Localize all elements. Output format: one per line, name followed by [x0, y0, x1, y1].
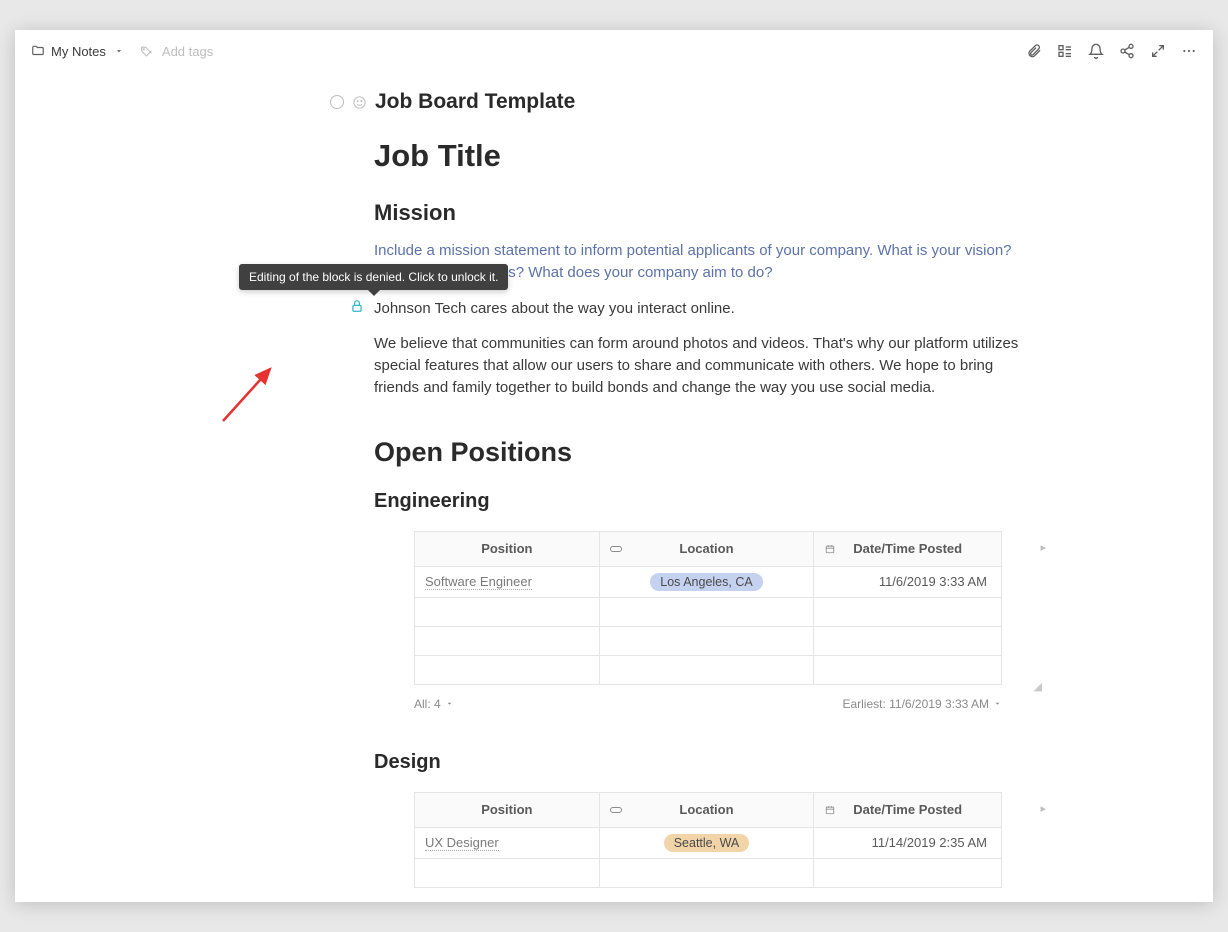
table-row[interactable]	[415, 655, 1002, 684]
position-header[interactable]: Position	[415, 531, 600, 566]
more-icon[interactable]	[1181, 43, 1197, 59]
add-tags-button[interactable]: Add tags	[162, 44, 213, 59]
location-pill: Seattle, WA	[664, 834, 750, 852]
date-header[interactable]: Date/Time Posted	[814, 792, 1002, 827]
position-header[interactable]: Position	[415, 792, 600, 827]
engineering-table[interactable]: Position Location Date/Time Posted	[414, 531, 1002, 685]
location-header-label: Location	[679, 541, 733, 556]
table-header-row: Position Location Date/Time Posted	[415, 792, 1002, 827]
topbar: My Notes Add tags	[15, 30, 1213, 72]
table-header-row: Position Location Date/Time Posted	[415, 531, 1002, 566]
footer-earliest-label: Earliest: 11/6/2019 3:33 AM	[842, 697, 989, 711]
date-cell[interactable]: 11/14/2019 2:35 AM	[814, 827, 1002, 858]
table-expand-handle[interactable]: ▸	[1040, 541, 1046, 554]
table-row[interactable]	[415, 597, 1002, 626]
mission-line-2[interactable]: We believe that communities can form aro…	[374, 333, 1034, 398]
app-window: My Notes Add tags Job Board Template Job…	[15, 30, 1213, 902]
mission-line-1[interactable]: Johnson Tech cares about the way you int…	[374, 298, 1034, 320]
location-header[interactable]: Location	[599, 792, 814, 827]
table-footer-count[interactable]: All: 4	[414, 697, 454, 711]
lock-icon	[350, 299, 364, 313]
topbar-right	[1026, 43, 1197, 59]
engineering-section: Engineering Position Location	[374, 490, 1034, 711]
locked-block: Editing of the block is denied. Click to…	[374, 298, 1034, 320]
lock-tooltip: Editing of the block is denied. Click to…	[239, 264, 508, 290]
attachment-icon[interactable]	[1026, 43, 1042, 59]
calendar-icon	[824, 805, 836, 815]
expand-icon[interactable]	[1150, 43, 1166, 59]
position-link[interactable]: Software Engineer	[425, 574, 532, 590]
table-row[interactable]: Software Engineer Los Angeles, CA 11/6/2…	[415, 566, 1002, 597]
properties-icon[interactable]	[1057, 43, 1073, 59]
topbar-left: My Notes Add tags	[31, 44, 213, 59]
template-title[interactable]: Job Board Template	[375, 90, 575, 114]
table-footer-earliest[interactable]: Earliest: 11/6/2019 3:33 AM	[842, 697, 1002, 711]
location-cell[interactable]: Seattle, WA	[599, 827, 814, 858]
content-area[interactable]: Job Board Template Job Title Mission Inc…	[15, 72, 1213, 902]
chevron-down-icon	[445, 699, 454, 708]
table-resize-handle[interactable]: ◢	[1034, 680, 1042, 693]
table-row[interactable]: UX Designer Seattle, WA 11/14/2019 2:35 …	[415, 827, 1002, 858]
share-icon[interactable]	[1119, 43, 1135, 59]
chevron-down-icon[interactable]	[114, 46, 124, 56]
bell-icon[interactable]	[1088, 43, 1104, 59]
design-table-wrap: Position Location Date/Time Posted	[414, 792, 1034, 888]
lock-button[interactable]	[350, 299, 366, 315]
chevron-down-icon	[993, 699, 1002, 708]
design-section: Design Position Location	[374, 751, 1034, 888]
pill-icon	[610, 805, 622, 815]
mission-heading[interactable]: Mission	[374, 200, 1034, 226]
emoji-icon[interactable]	[352, 95, 367, 110]
engineering-heading[interactable]: Engineering	[374, 490, 1034, 513]
design-heading[interactable]: Design	[374, 751, 1034, 774]
calendar-icon	[824, 544, 836, 554]
pill-icon	[610, 544, 622, 554]
doc-title-row: Job Board Template	[330, 90, 1034, 114]
status-circle-icon[interactable]	[330, 95, 344, 109]
breadcrumb[interactable]: My Notes	[51, 44, 106, 59]
design-table[interactable]: Position Location Date/Time Posted	[414, 792, 1002, 888]
table-footer: All: 4 Earliest: 11/6/2019 3:33 AM	[414, 697, 1002, 711]
tag-icon	[140, 45, 153, 58]
date-header-label: Date/Time Posted	[853, 541, 962, 556]
position-link[interactable]: UX Designer	[425, 835, 499, 851]
position-cell[interactable]: UX Designer	[415, 827, 600, 858]
footer-all-label: All: 4	[414, 697, 441, 711]
page-title[interactable]: Job Title	[374, 138, 1034, 174]
position-cell[interactable]: Software Engineer	[415, 566, 600, 597]
document: Job Board Template Job Title Mission Inc…	[154, 72, 1074, 902]
table-row[interactable]	[415, 626, 1002, 655]
engineering-table-wrap: Position Location Date/Time Posted	[414, 531, 1034, 685]
date-cell[interactable]: 11/6/2019 3:33 AM	[814, 566, 1002, 597]
location-pill: Los Angeles, CA	[650, 573, 762, 591]
location-cell[interactable]: Los Angeles, CA	[599, 566, 814, 597]
date-header-label: Date/Time Posted	[853, 802, 962, 817]
location-header[interactable]: Location	[599, 531, 814, 566]
location-header-label: Location	[679, 802, 733, 817]
table-expand-handle[interactable]: ▸	[1040, 802, 1046, 815]
date-header[interactable]: Date/Time Posted	[814, 531, 1002, 566]
open-positions-heading[interactable]: Open Positions	[374, 437, 1034, 468]
table-row[interactable]	[415, 858, 1002, 887]
folder-icon	[31, 44, 45, 58]
